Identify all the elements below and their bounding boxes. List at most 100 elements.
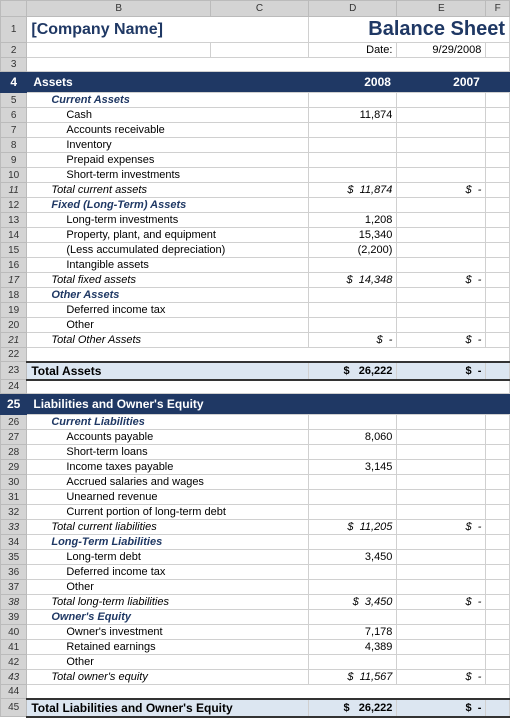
owners-inv-2007 — [397, 625, 486, 640]
row-18: 18 Other Assets — [1, 288, 510, 303]
total-fixed-2007-cell: $ - — [397, 273, 486, 288]
company-name-cell: [Company Name] — [27, 17, 309, 43]
row-num-23: 23 — [1, 362, 27, 380]
col-header-f: F — [486, 1, 510, 17]
row-num-12: 12 — [1, 198, 27, 213]
row29-f — [486, 460, 510, 475]
row-22: 22 — [1, 348, 510, 362]
total-lt-liab-2007: - — [478, 596, 482, 608]
other-assets-label: Other Assets — [31, 289, 119, 301]
row17-f — [486, 273, 510, 288]
other-2008 — [308, 318, 396, 333]
current-portion-label-cell: Current portion of long-term debt — [27, 505, 309, 520]
inventory-label-cell: Inventory — [27, 138, 309, 153]
total-equity-label: Total owner's equity — [31, 671, 147, 683]
lt-debt-2007 — [397, 550, 486, 565]
accrued-label-cell: Accrued salaries and wages — [27, 475, 309, 490]
less-accum-2007 — [397, 243, 486, 258]
row2-c — [211, 43, 309, 58]
col-header-a — [1, 1, 27, 17]
row-num-5: 5 — [1, 93, 27, 108]
deferred-label: Deferred income tax — [31, 304, 165, 316]
company-name: [Company Name] — [31, 21, 163, 38]
row40-f — [486, 625, 510, 640]
row-7: 7 Accounts receivable — [1, 123, 510, 138]
row-11: 11 Total current assets $ 11,874 $ - — [1, 183, 510, 198]
row18-e — [397, 288, 486, 303]
row18-d — [308, 288, 396, 303]
total-assets-2007-dollar: $ — [465, 365, 471, 377]
accrued-2008 — [308, 475, 396, 490]
row39-f — [486, 610, 510, 625]
inventory-2007 — [397, 138, 486, 153]
current-liab-label-cell: Current Liabilities — [27, 415, 309, 430]
total-curr-liab-label: Total current liabilities — [31, 521, 156, 533]
row12-f — [486, 198, 510, 213]
row-num-42: 42 — [1, 655, 27, 670]
row-42: 42 Other — [1, 655, 510, 670]
row-33: 33 Total current liabilities $ 11,205 $ … — [1, 520, 510, 535]
row37-f — [486, 580, 510, 595]
row34-d — [308, 535, 396, 550]
total-current-2007-dollar: $ — [465, 184, 471, 196]
row-num-32: 32 — [1, 505, 27, 520]
row38-f — [486, 595, 510, 610]
total-assets-2008: 26,222 — [359, 365, 393, 377]
row7-f — [486, 123, 510, 138]
row-40: 40 Owner's investment 7,178 — [1, 625, 510, 640]
row-24: 24 — [1, 380, 510, 394]
total-fixed-2008: 14,348 — [359, 274, 393, 286]
row-num-24: 24 — [1, 380, 27, 394]
row-num-18: 18 — [1, 288, 27, 303]
deferred-2007 — [397, 303, 486, 318]
owners-equity-header-cell: Owner's Equity — [27, 610, 309, 625]
unearned-2008 — [308, 490, 396, 505]
date-value: 9/29/2008 — [401, 44, 481, 56]
ap-2007 — [397, 430, 486, 445]
accrued-2007 — [397, 475, 486, 490]
total-other-label-cell: Total Other Assets — [27, 333, 309, 348]
ar-2008 — [308, 123, 396, 138]
row-1: 1 [Company Name] Balance Sheet — [1, 17, 510, 43]
row-num-26: 26 — [1, 415, 27, 430]
lt-debt-label: Long-term debt — [31, 551, 141, 563]
sti-label: Short-term investments — [31, 169, 180, 181]
owners-inv-label: Owner's investment — [31, 626, 162, 638]
other-label: Other — [31, 319, 94, 331]
row-31: 31 Unearned revenue — [1, 490, 510, 505]
sti-2008 — [308, 168, 396, 183]
unearned-label: Unearned revenue — [31, 491, 157, 503]
stl-2008 — [308, 445, 396, 460]
balance-sheet-title-cell: Balance Sheet — [308, 17, 509, 43]
row-45-total-liab-equity: 45 Total Liabilities and Owner's Equity … — [1, 699, 510, 717]
row-6: 6 Cash 11,874 — [1, 108, 510, 123]
row19-f — [486, 303, 510, 318]
other-equity-label-cell: Other — [27, 655, 309, 670]
total-lt-liab-label: Total long-term liabilities — [31, 596, 169, 608]
row21-f — [486, 333, 510, 348]
row-num-16: 16 — [1, 258, 27, 273]
row-13: 13 Long-term investments 1,208 — [1, 213, 510, 228]
owners-inv-2008: 7,178 — [308, 625, 396, 640]
row-num-19: 19 — [1, 303, 27, 318]
row28-f — [486, 445, 510, 460]
prepaid-2007 — [397, 153, 486, 168]
lt-liab-header: Long-Term Liabilities — [31, 536, 162, 548]
row-num-9: 9 — [1, 153, 27, 168]
stl-label-cell: Short-term loans — [27, 445, 309, 460]
row-37: 37 Other — [1, 580, 510, 595]
ap-2008: 8,060 — [308, 430, 396, 445]
ppe-2007 — [397, 228, 486, 243]
row43-f — [486, 670, 510, 685]
row-num-36: 36 — [1, 565, 27, 580]
row31-f — [486, 490, 510, 505]
row-num-33: 33 — [1, 520, 27, 535]
total-assets-2007: - — [478, 365, 482, 377]
row35-f — [486, 550, 510, 565]
row12-e — [397, 198, 486, 213]
row-25-liabilities-header: 25 Liabilities and Owner's Equity — [1, 394, 510, 415]
row23-f — [486, 362, 510, 380]
less-accum-2008: (2,200) — [308, 243, 396, 258]
total-equity-label-cell: Total owner's equity — [27, 670, 309, 685]
fixed-assets-label: Fixed (Long-Term) Assets — [31, 199, 186, 211]
